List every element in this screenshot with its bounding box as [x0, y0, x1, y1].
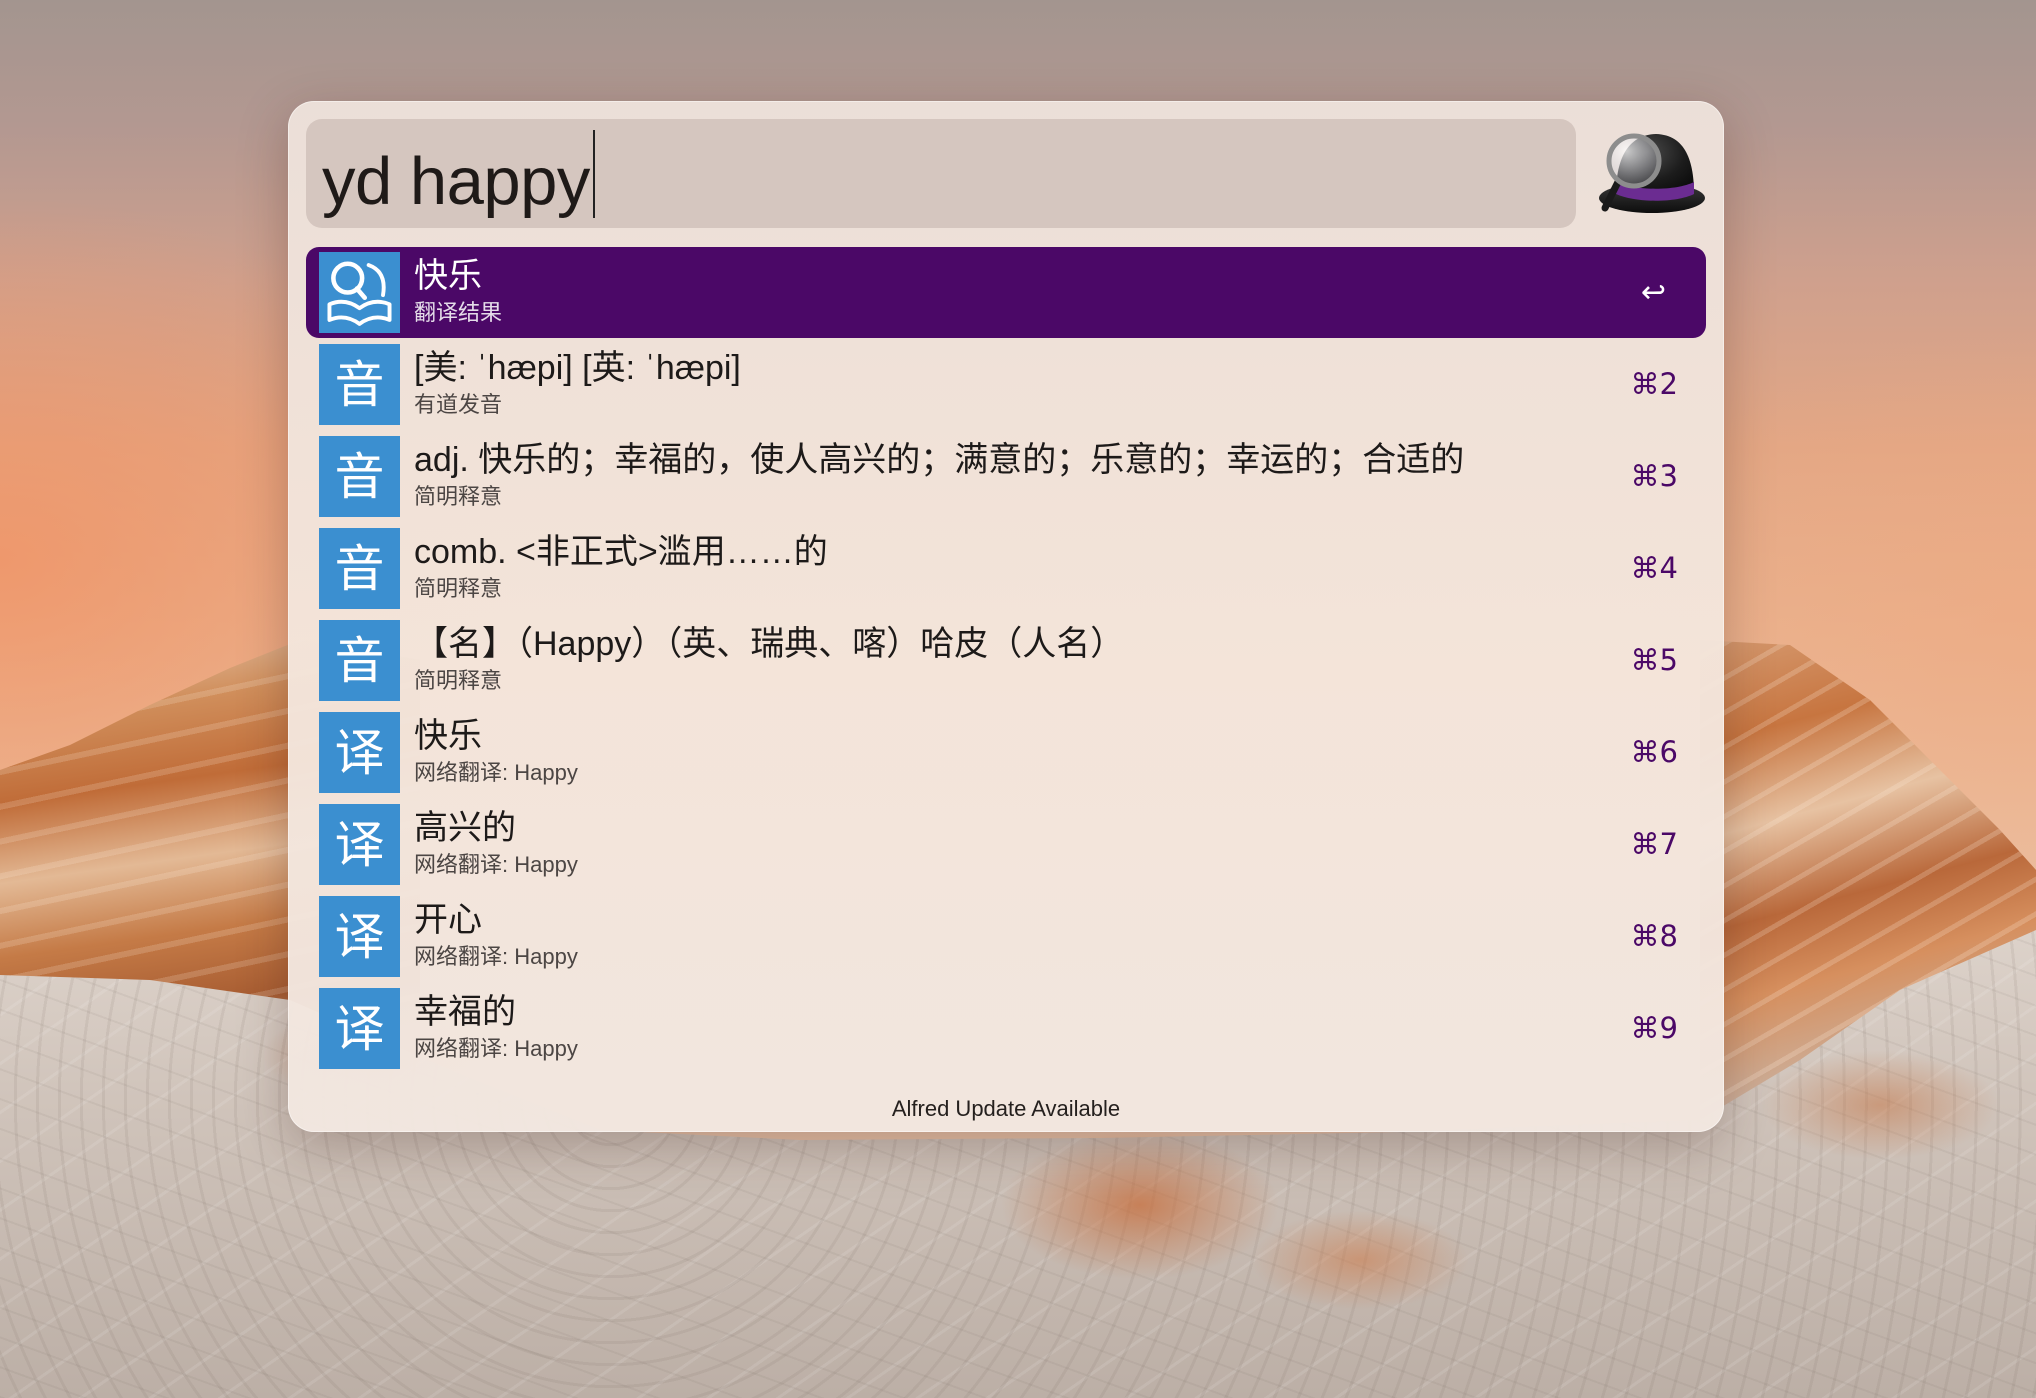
result-subtitle: 简明释意: [414, 668, 503, 693]
sound-char-icon: 音: [319, 620, 400, 701]
youdao-translate-icon: [319, 252, 400, 333]
result-row-8[interactable]: 译 开心 网络翻译: Happy ⌘8: [306, 891, 1706, 982]
result-row-5[interactable]: 音 【名】（Happy）（英、瑞典、喀）哈皮（人名） 简明释意 ⌘5: [306, 615, 1706, 706]
icon-glyph: 音: [334, 539, 385, 598]
icon-glyph: 译: [334, 723, 385, 782]
wallpaper-sediment: [1760, 1050, 2000, 1160]
result-title: 幸福的: [414, 993, 516, 1031]
translate-char-icon: 译: [319, 896, 400, 977]
result-subtitle: 有道发音: [414, 392, 503, 417]
alfred-window: yd happy 快乐 翻译结果 ↩ 音 [美: ˈhæpi] [英: ˈhæp…: [288, 101, 1724, 1132]
sound-char-icon: 音: [319, 344, 400, 425]
result-title: 高兴的: [414, 809, 516, 847]
result-subtitle: 网络翻译: Happy: [414, 944, 578, 969]
result-title: 【名】（Happy）（英、瑞典、喀）哈皮（人名）: [414, 625, 1125, 663]
result-subtitle: 简明释意: [414, 484, 503, 509]
result-row-7[interactable]: 译 高兴的 网络翻译: Happy ⌘7: [306, 799, 1706, 890]
icon-glyph: 译: [334, 907, 385, 966]
result-row-9[interactable]: 译 幸福的 网络翻译: Happy ⌘9: [306, 983, 1706, 1074]
translate-char-icon: 译: [319, 804, 400, 885]
result-shortcut: ⌘7: [1630, 827, 1678, 861]
result-row-2[interactable]: 音 [美: ˈhæpi] [英: ˈhæpi] 有道发音 ⌘2: [306, 339, 1706, 430]
wallpaper-sediment: [1250, 1210, 1470, 1310]
result-title: comb. <非正式>滥用……的: [414, 533, 828, 571]
icon-glyph: 音: [334, 447, 385, 506]
result-row-4[interactable]: 音 comb. <非正式>滥用……的 简明释意 ⌘4: [306, 523, 1706, 614]
result-shortcut: ⌘6: [1630, 735, 1678, 769]
result-row-3[interactable]: 音 adj. 快乐的；幸福的，使人高兴的；满意的；乐意的；幸运的；合适的 简明释…: [306, 431, 1706, 522]
search-query-text[interactable]: yd happy: [322, 148, 590, 215]
result-shortcut: ⌘8: [1630, 919, 1678, 953]
result-subtitle: 网络翻译: Happy: [414, 1036, 578, 1061]
result-shortcut-return: ↩: [1640, 275, 1666, 310]
wallpaper-sediment: [1000, 1130, 1280, 1280]
alfred-hat-icon[interactable]: [1594, 130, 1706, 216]
result-shortcut: ⌘3: [1630, 459, 1678, 493]
result-shortcut: ⌘9: [1630, 1011, 1678, 1045]
result-shortcut: ⌘2: [1630, 367, 1678, 401]
text-cursor: [592, 129, 595, 218]
result-title: [美: ˈhæpi] [英: ˈhæpi]: [414, 349, 741, 387]
result-title: adj. 快乐的；幸福的，使人高兴的；满意的；乐意的；幸运的；合适的: [414, 441, 1465, 479]
update-available-notice[interactable]: Alfred Update Available: [288, 1096, 1724, 1122]
sound-char-icon: 音: [319, 436, 400, 517]
icon-glyph: 音: [334, 355, 385, 414]
icon-glyph: 音: [334, 631, 385, 690]
translate-char-icon: 译: [319, 712, 400, 793]
result-row-1[interactable]: 快乐 翻译结果 ↩: [306, 247, 1706, 338]
result-title: 快乐: [414, 257, 482, 295]
result-shortcut: ⌘4: [1630, 551, 1678, 585]
search-input[interactable]: yd happy: [306, 119, 1576, 228]
icon-glyph: 译: [334, 815, 385, 874]
result-subtitle: 翻译结果: [414, 300, 503, 325]
sound-char-icon: 音: [319, 528, 400, 609]
result-row-6[interactable]: 译 快乐 网络翻译: Happy ⌘6: [306, 707, 1706, 798]
result-subtitle: 简明释意: [414, 576, 503, 601]
result-subtitle: 网络翻译: Happy: [414, 760, 578, 785]
icon-glyph: 译: [334, 999, 385, 1058]
result-subtitle: 网络翻译: Happy: [414, 852, 578, 877]
result-shortcut: ⌘5: [1630, 643, 1678, 677]
translate-char-icon: 译: [319, 988, 400, 1069]
result-title: 快乐: [414, 717, 482, 755]
desktop: yd happy 快乐 翻译结果 ↩ 音 [美: ˈhæpi] [英: ˈhæp…: [0, 0, 2036, 1398]
result-title: 开心: [414, 901, 482, 939]
